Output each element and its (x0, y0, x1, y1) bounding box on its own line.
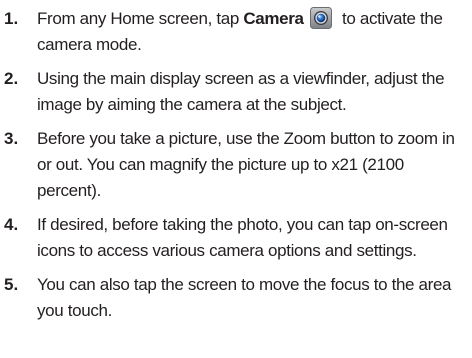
step-number: 2. (4, 69, 19, 88)
step-number: 4. (4, 215, 19, 234)
step-text: Using the main display screen as a viewf… (37, 69, 445, 114)
instructions-page: 1. From any Home screen, tap Camera to a… (0, 0, 472, 358)
camera-term: Camera (243, 9, 304, 28)
step-text: From any Home screen, tap Camera to acti… (37, 6, 468, 58)
step-item-5: 5. You can also tap the screen to move t… (4, 272, 468, 324)
step-text: If desired, before taking the photo, you… (37, 215, 448, 260)
step-text: Before you take a picture, use the Zoom … (37, 129, 455, 200)
step-number: 3. (4, 129, 19, 148)
step-item-3: 3. Before you take a picture, use the Zo… (4, 126, 468, 204)
step-number: 5. (4, 275, 19, 294)
step-number: 1. (4, 9, 19, 28)
step-item-1: 1. From any Home screen, tap Camera to a… (4, 6, 468, 58)
step-text-before: From any Home screen, tap (37, 9, 244, 28)
step-item-2: 2. Using the main display screen as a vi… (4, 66, 468, 118)
camera-steps-list: 1. From any Home screen, tap Camera to a… (4, 6, 468, 324)
step-text: You can also tap the screen to move the … (37, 275, 452, 320)
camera-app-icon (309, 7, 332, 29)
step-item-4: 4. If desired, before taking the photo, … (4, 212, 468, 264)
